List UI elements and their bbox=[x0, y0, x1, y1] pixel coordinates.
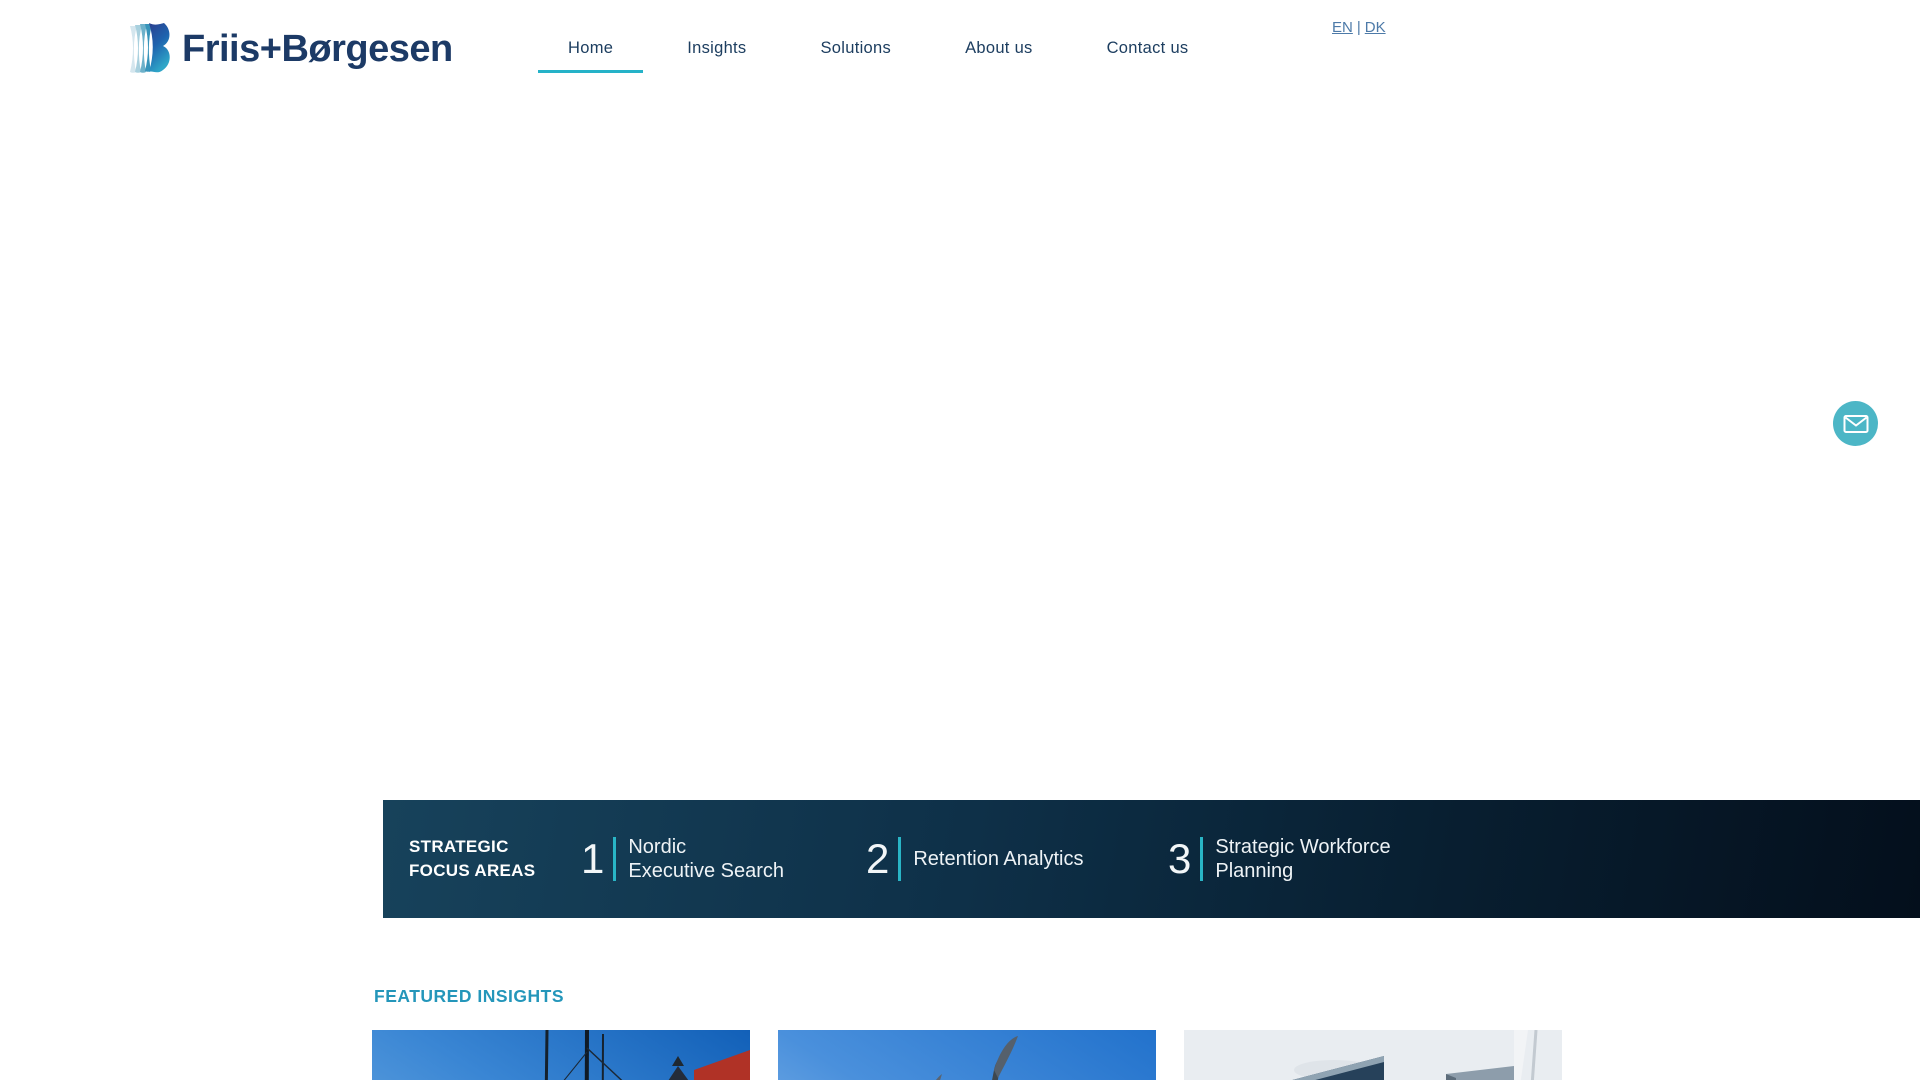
envelope-icon bbox=[1843, 414, 1868, 433]
language-separator: | bbox=[1356, 19, 1361, 36]
office-building-photo bbox=[1184, 1030, 1562, 1080]
focus-area-1-line2: Executive Search bbox=[628, 860, 784, 882]
focus-area-3-line1: Strategic Workforce bbox=[1215, 836, 1391, 858]
insight-card[interactable] bbox=[778, 1030, 1156, 1080]
nav-item-solutions[interactable]: Solutions bbox=[790, 38, 921, 73]
focus-area-1-line1: Nordic bbox=[628, 836, 687, 858]
nav-item-home[interactable]: Home bbox=[538, 38, 644, 73]
focus-area-2-line1: Retention Analytics bbox=[913, 848, 1084, 870]
contact-email-button[interactable] bbox=[1833, 401, 1878, 446]
focus-banner-heading: STRATEGIC FOCUS AREAS bbox=[409, 835, 535, 883]
focus-heading-line1: STRATEGIC bbox=[409, 837, 509, 856]
site-header: Friis+Børgesen Home Insights Solutions A… bbox=[0, 0, 1920, 90]
insight-card[interactable] bbox=[372, 1030, 750, 1080]
insight-card[interactable] bbox=[1184, 1030, 1562, 1080]
strategic-focus-banner: STRATEGIC FOCUS AREAS 1 Nordic Executive… bbox=[383, 800, 1920, 918]
nav-item-contact-us[interactable]: Contact us bbox=[1077, 38, 1219, 73]
focus-area-1-number: 1 bbox=[581, 835, 605, 882]
language-switcher: EN | DK bbox=[1332, 19, 1386, 36]
logo-text: Friis+Børgesen bbox=[182, 27, 453, 70]
focus-area-3-line2: Planning bbox=[1215, 860, 1294, 882]
focus-area-2: 2 Retention Analytics bbox=[866, 800, 1083, 918]
logo-b-mark-icon bbox=[130, 23, 170, 73]
focus-area-1: 1 Nordic Executive Search bbox=[581, 800, 784, 918]
focus-area-divider bbox=[898, 837, 902, 881]
language-link-dk[interactable]: DK bbox=[1365, 19, 1386, 36]
focus-area-3: 3 Strategic Workforce Planning bbox=[1168, 800, 1391, 918]
featured-insights-heading: FEATURED INSIGHTS bbox=[374, 986, 564, 1006]
logo[interactable]: Friis+Børgesen bbox=[128, 22, 453, 76]
focus-heading-line2: FOCUS AREAS bbox=[409, 861, 536, 880]
main-nav: Home Insights Solutions About us Contact… bbox=[538, 38, 1218, 73]
focus-area-3-number: 3 bbox=[1168, 835, 1192, 882]
focus-area-2-number: 2 bbox=[866, 835, 890, 882]
nyhavn-harbor-photo bbox=[372, 1030, 750, 1080]
focus-area-divider bbox=[613, 837, 617, 881]
nav-item-about-us[interactable]: About us bbox=[935, 38, 1063, 73]
featured-insights-cards bbox=[372, 1030, 1562, 1080]
focus-area-divider bbox=[1200, 837, 1204, 881]
nav-item-insights[interactable]: Insights bbox=[657, 38, 776, 73]
sky-reeds-photo bbox=[778, 1030, 1156, 1080]
language-link-en[interactable]: EN bbox=[1332, 19, 1353, 36]
